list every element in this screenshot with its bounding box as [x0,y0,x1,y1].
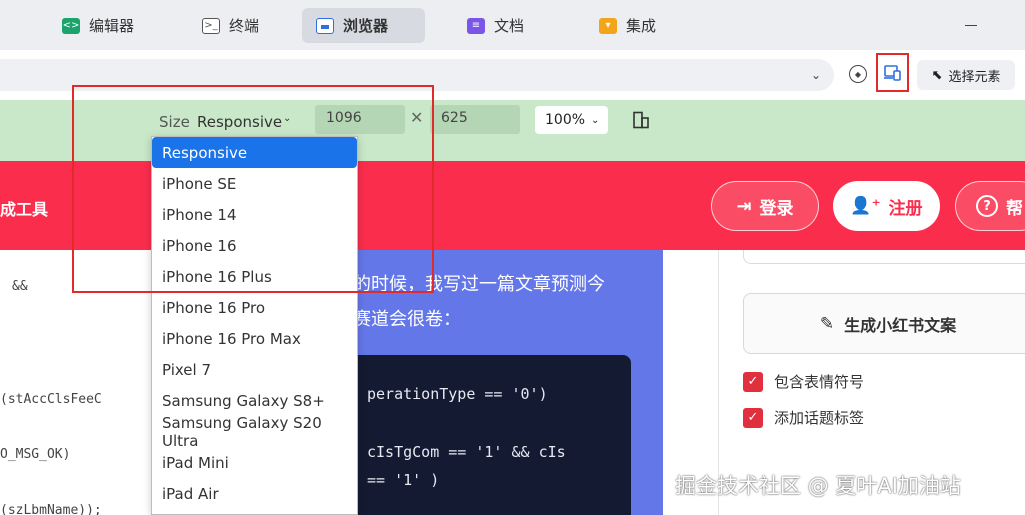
tab-terminal[interactable]: >_ 终端 [188,8,273,43]
panel-card-edge [743,250,1025,264]
login-label: 登录 [759,198,794,219]
device-toolbar-button[interactable] [876,53,909,92]
window-minimize-button[interactable] [942,0,1000,50]
pick-element-button[interactable]: ⬉ 选择元素 [917,60,1015,90]
pick-element-label: 选择元素 [948,69,1001,85]
checkbox-emoji-label: 包含表情符号 [774,373,865,391]
add-user-icon: 👤⁺ [850,196,881,216]
checkbox-tags-label: 添加话题标签 [774,409,865,427]
app-tab-bar: <> 编辑器 >_ 终端 浏览器 ≡ 文档 ▾ 集成 [0,0,1025,50]
checkbox-emoji[interactable]: ✓ [743,371,763,392]
tab-browser-label: 浏览器 [343,17,389,35]
code-line: (stAccClsFeeC [0,392,102,407]
annotation-highlight-box [72,85,434,293]
code-line: O_MSG_OK) [0,447,71,462]
rotate-device-icon[interactable] [632,111,650,129]
code-line: cIsTgCom == '1' && cIs [367,443,566,461]
tab-browser[interactable]: 浏览器 [302,8,425,43]
compass-icon[interactable]: ◆ [849,65,867,83]
code-editor-icon: <> [62,17,80,34]
browser-window-icon [316,17,334,34]
tab-docs-label: 文档 [494,17,525,35]
tab-editor-label: 编辑器 [89,17,135,35]
device-option[interactable]: Pixel 7 [152,354,357,385]
tab-integration[interactable]: ▾ 集成 [585,8,670,43]
login-icon: ⇥ [736,195,752,217]
chevron-down-icon[interactable]: ⌄ [806,59,826,91]
generate-copy-label: 生成小红书文案 [844,315,957,335]
tab-docs[interactable]: ≡ 文档 [453,8,538,43]
terminal-icon: >_ [202,17,220,34]
zoom-value: 100% [545,112,586,128]
responsive-device-icon [883,64,901,81]
code-line: perationType == '0') [367,385,548,403]
device-option[interactable]: Samsung Galaxy S8+ [152,385,357,416]
tab-terminal-label: 终端 [229,17,260,35]
generate-copy-button[interactable]: ✎ 生成小红书文案 [743,293,1025,354]
watermark: 掘金技术社区 @ 夏叶AI加油站 [675,474,961,498]
device-option[interactable]: iPhone 16 Pro [152,292,357,323]
checkbox-emoji-row[interactable]: ✓ 包含表情符号 [743,371,864,392]
chevron-down-icon: ⌄ [591,114,600,126]
device-option[interactable]: iPad Mini [152,447,357,478]
help-icon: ? [976,195,998,217]
code-line: == '1' ) [367,471,440,489]
device-option[interactable]: Samsung Galaxy S20 Ultra [152,414,357,450]
article-text-line: 赛道会很卷： [353,309,461,330]
login-button[interactable]: ⇥ 登录 [711,181,819,231]
tab-integration-label: 集成 [626,17,657,35]
tab-editor[interactable]: <> 编辑器 [48,8,148,43]
code-line: (szLbmName)); [0,503,102,515]
checkbox-tags-row[interactable]: ✓ 添加话题标签 [743,407,864,428]
zoom-select[interactable]: 100% ⌄ [535,106,608,134]
code-block: perationType == '0') cIsTgCom == '1' && … [351,355,631,515]
signup-label: 注册 [888,198,923,219]
signup-button[interactable]: 👤⁺ 注册 [833,181,940,231]
help-label: 帮 [1006,198,1023,219]
checkbox-tags[interactable]: ✓ [743,407,763,428]
magic-wand-icon: ✎ [819,313,835,334]
cursor-select-icon: ⬉ [931,67,943,83]
viewport-height-input[interactable]: 625 [430,105,520,134]
window-maximize-button[interactable] [1015,0,1025,50]
document-icon: ≡ [467,17,485,34]
device-option[interactable]: iPhone 16 Pro Max [152,323,357,354]
device-option[interactable]: iPad Air [152,478,357,509]
site-brand: 成工具 [0,200,49,219]
help-button[interactable]: ? 帮 [955,181,1025,231]
minimize-icon [965,24,977,26]
integration-icon: ▾ [599,17,617,34]
code-line: && [12,279,28,294]
